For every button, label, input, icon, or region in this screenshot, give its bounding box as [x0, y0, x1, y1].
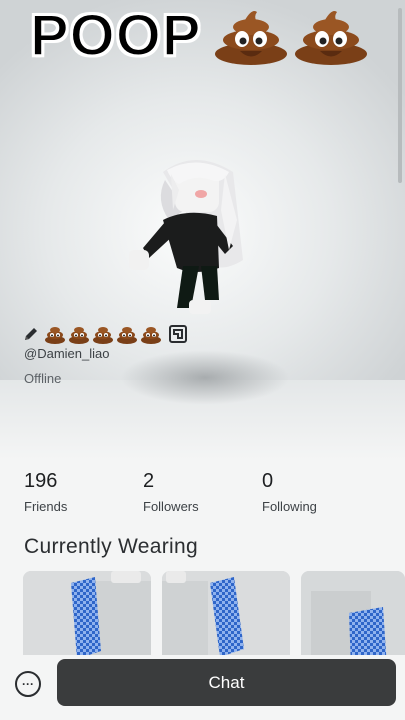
scrollbar-thumb[interactable]	[398, 8, 402, 183]
stat-label: Following	[262, 499, 317, 514]
poop-emoji-icon	[45, 327, 65, 344]
ellipsis-icon: ···	[22, 677, 34, 691]
stat-value: 2	[143, 470, 155, 492]
more-options-button[interactable]: ···	[15, 671, 41, 697]
poop-emoji-icon	[215, 11, 287, 65]
stat-value: 196	[24, 470, 58, 492]
online-status: Offline	[24, 371, 62, 386]
currently-wearing-title: Currently Wearing	[24, 535, 198, 558]
poop-emoji-icon	[117, 327, 137, 344]
chat-button[interactable]: Chat	[57, 659, 396, 706]
poop-emoji-icon	[93, 327, 113, 344]
stat-label: Followers	[143, 499, 199, 514]
stat-followers[interactable]: 2 Followers	[143, 470, 199, 514]
avatar-3d-model[interactable]	[125, 150, 265, 330]
overlay-title: POOP	[29, 2, 202, 69]
username: @Damien_liao	[24, 346, 110, 361]
stat-value: 0	[262, 470, 274, 492]
display-name-row	[22, 322, 188, 346]
avatar-shadow	[120, 350, 290, 405]
premium-badge-icon	[169, 325, 187, 343]
pencil-edit-icon[interactable]	[22, 325, 40, 343]
stat-label: Friends	[24, 499, 68, 514]
stat-following[interactable]: 0 Following	[262, 470, 317, 514]
poop-emoji-icon	[295, 11, 367, 65]
stat-friends[interactable]: 196 Friends	[24, 470, 67, 514]
poop-emoji-icon	[69, 327, 89, 344]
poop-emoji-icon	[141, 327, 161, 344]
